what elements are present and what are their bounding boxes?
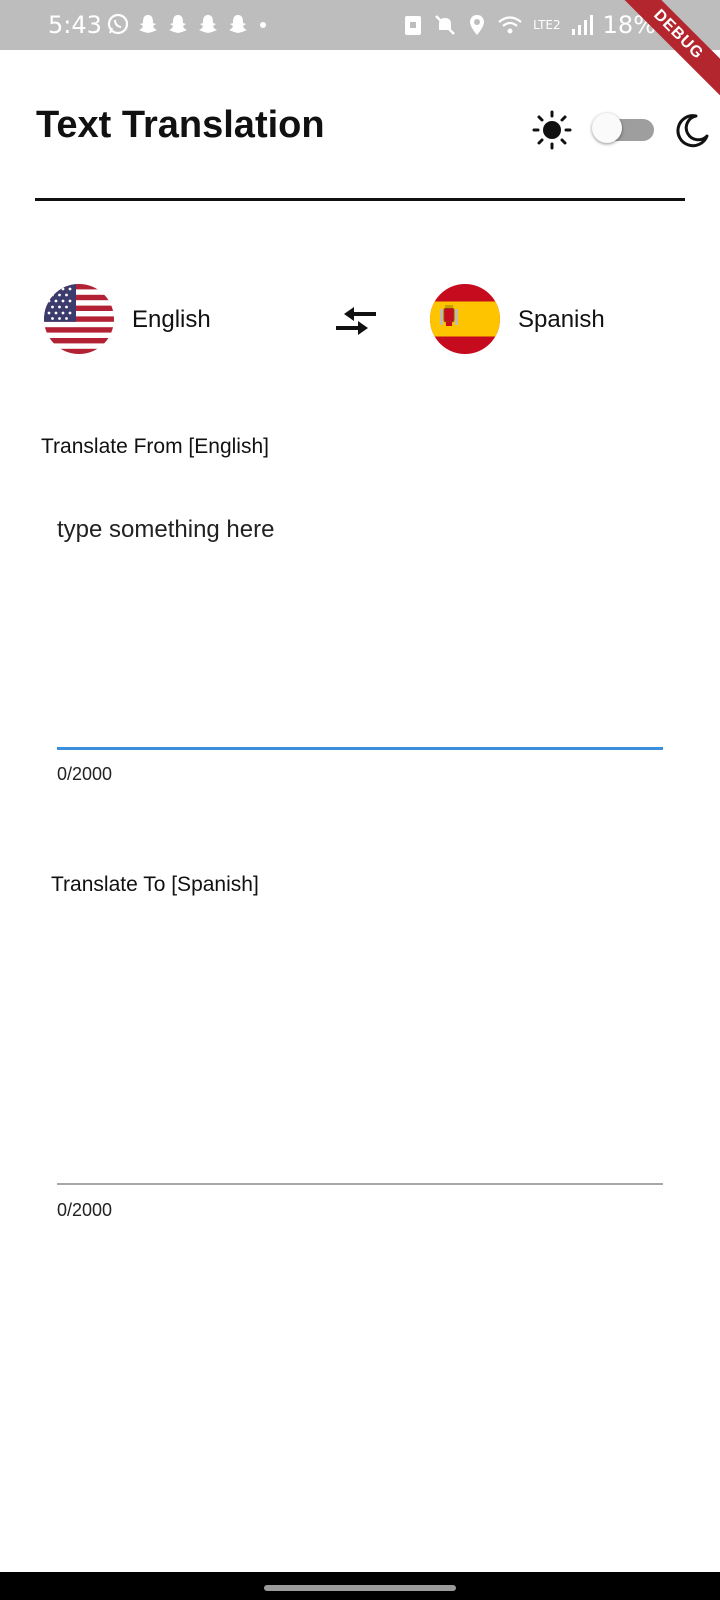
spain-flag-icon[interactable] [430, 284, 500, 354]
theme-toggle [532, 110, 709, 150]
system-icons: LTE2 18% [403, 11, 656, 39]
translated-text-output[interactable] [57, 940, 663, 1170]
notification-icons [106, 12, 270, 36]
us-flag-icon[interactable] [44, 284, 114, 354]
mute-icon [435, 15, 455, 35]
moon-icon [676, 114, 709, 148]
status-bar: 5:43 LTE2 18% DEBUG [0, 0, 720, 101]
home-gesture-handle[interactable] [264, 1585, 456, 1591]
snapchat-icon [139, 15, 157, 33]
navigation-bar [0, 1572, 720, 1600]
snapchat-icon [229, 15, 247, 33]
signal-icon [571, 15, 593, 35]
header-divider [35, 198, 685, 201]
whatsapp-icon [107, 13, 129, 35]
dot-icon [260, 22, 266, 28]
target-output-underline [57, 1183, 663, 1185]
switch-thumb[interactable] [592, 113, 622, 143]
source-input-underline [57, 747, 663, 750]
target-char-counter: 0/2000 [57, 1200, 113, 1220]
source-char-counter: 0/2000 [57, 764, 113, 784]
saver-icon [405, 16, 422, 35]
target-language-label[interactable]: Spanish [518, 306, 605, 334]
snapchat-icon [199, 15, 217, 33]
swap-icon[interactable] [336, 304, 382, 340]
snapchat-icon [169, 15, 187, 33]
wifi-icon [498, 16, 522, 34]
status-time: 5:43 [48, 11, 102, 39]
sun-icon [532, 110, 572, 150]
language-selector: English Spanish [0, 282, 720, 362]
source-language-label[interactable]: English [132, 306, 211, 334]
network-label: LTE2 [533, 18, 561, 32]
source-text-input[interactable] [57, 516, 657, 726]
location-icon [470, 15, 485, 35]
source-field-label: Translate From [English] [41, 435, 269, 458]
page-title: Text Translation [36, 104, 325, 146]
dark-mode-switch[interactable] [592, 113, 654, 143]
target-field-label: Translate To [Spanish] [51, 873, 259, 896]
